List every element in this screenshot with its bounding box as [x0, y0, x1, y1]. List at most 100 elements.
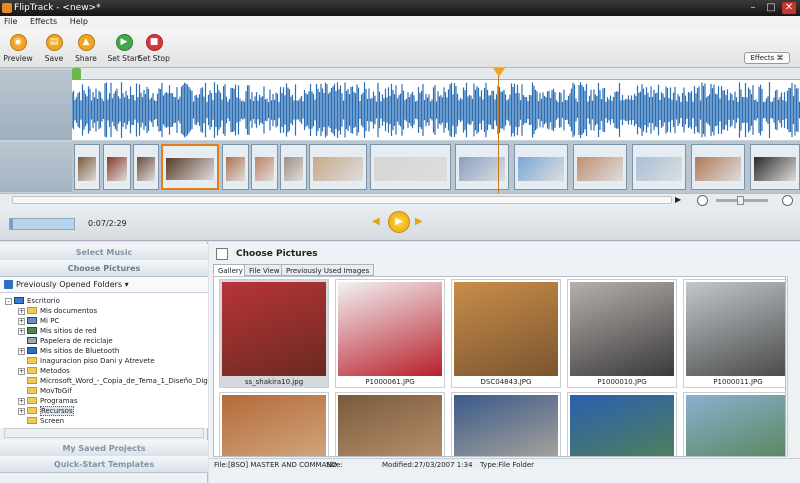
expand-icon[interactable]: + — [18, 368, 25, 375]
chevron-down-icon: ▾ — [124, 280, 129, 289]
folder-icon — [27, 357, 37, 364]
menu-effects[interactable]: Effects — [30, 17, 57, 26]
select-music-header[interactable]: Select Music — [0, 244, 208, 261]
tab-previously-used-images[interactable]: Previously Used Images — [281, 264, 375, 276]
playback-progress-bar[interactable] — [9, 218, 75, 230]
forward-icon[interactable]: ▶ — [415, 216, 423, 227]
timeline-picture-thumb[interactable] — [133, 144, 159, 190]
gallery-item[interactable]: P1000011.JPG — [683, 279, 785, 388]
minimize-button[interactable]: – — [746, 2, 760, 14]
expand-icon[interactable]: + — [18, 408, 25, 415]
status-size: Size: — [326, 461, 343, 469]
my-saved-projects-header[interactable]: My Saved Projects — [0, 440, 208, 457]
thumb-image — [255, 157, 274, 181]
scroll-right-icon[interactable]: ▶ — [675, 195, 681, 204]
timeline-ruler[interactable] — [72, 68, 800, 80]
tree-item[interactable]: + Mis documentos — [18, 306, 97, 316]
expand-icon[interactable]: + — [18, 398, 25, 405]
playhead-marker-icon[interactable] — [493, 68, 505, 77]
tree-item[interactable]: + Metodos — [18, 366, 70, 376]
choose-pictures-header[interactable]: Choose Pictures — [0, 260, 208, 277]
choose-pictures-title-text: Choose Pictures — [236, 249, 318, 259]
tree-item[interactable]: Papelera de reciclaje — [18, 336, 113, 346]
timeline-picture-thumb[interactable] — [632, 144, 686, 190]
tree-item[interactable]: + Programas — [18, 396, 77, 406]
gallery-item[interactable] — [335, 392, 445, 456]
maximize-button[interactable]: □ — [764, 2, 778, 14]
folder-tree[interactable]: - Escritorio + Mis documentos + Mi PC + Mis sit… — [0, 292, 208, 428]
rewind-icon[interactable]: ◀ — [372, 216, 380, 227]
preview-button[interactable]: ◉ Preview — [0, 32, 36, 63]
expand-icon[interactable]: + — [18, 348, 25, 355]
tree-item-label: Mis sitios de red — [40, 327, 97, 335]
status-type: Type:File Folder — [480, 461, 535, 469]
menu-file[interactable]: File — [4, 17, 17, 26]
timeline-picture-thumb[interactable] — [370, 144, 451, 190]
gallery-item[interactable]: P1000010.JPG — [567, 279, 677, 388]
share-icon: ▲ — [77, 34, 95, 51]
close-button[interactable]: ✕ — [782, 2, 796, 14]
expand-icon[interactable]: + — [18, 328, 25, 335]
audio-waveform[interactable] — [71, 80, 800, 140]
tree-item-label: Mis sitios de Bluetooth — [40, 347, 120, 355]
picture-strip[interactable] — [72, 141, 800, 193]
save-button[interactable]: ▤ Save — [36, 32, 72, 63]
expand-icon[interactable]: + — [18, 308, 25, 315]
playhead-line[interactable] — [498, 68, 499, 193]
zoom-in-icon[interactable] — [782, 195, 793, 206]
trash-icon — [27, 337, 37, 344]
gallery-item[interactable] — [567, 392, 677, 456]
tree-item[interactable]: Microsoft_Word_-_Copia_de_Tema_1_Diseño_… — [18, 376, 208, 386]
timeline-picture-thumb[interactable] — [514, 144, 568, 190]
collapse-icon[interactable]: - — [5, 298, 12, 305]
start-marker-icon[interactable] — [72, 68, 81, 80]
zoom-out-icon[interactable] — [697, 195, 708, 206]
quick-start-templates-header[interactable]: Quick-Start Templates — [0, 456, 208, 473]
gallery-item[interactable] — [683, 392, 785, 456]
timeline-picture-thumb[interactable] — [750, 144, 800, 190]
gallery-image — [222, 395, 326, 456]
tab-gallery[interactable]: Gallery — [213, 264, 248, 276]
effects-button[interactable]: Effects ⌘ — [744, 52, 790, 64]
timeline-scroll-thumb[interactable] — [12, 196, 672, 204]
gallery-item[interactable] — [219, 392, 329, 456]
gallery-item[interactable] — [451, 392, 561, 456]
thumb-image — [166, 158, 214, 180]
timeline-picture-thumb[interactable] — [691, 144, 745, 190]
set-stop-button[interactable]: ■ Set Stop — [136, 32, 172, 63]
timeline-picture-thumb[interactable] — [573, 144, 627, 190]
play-button[interactable]: ▶ — [388, 211, 410, 233]
tree-item-label: Papelera de reciclaje — [40, 337, 113, 345]
tree-item[interactable]: + Recursos — [18, 406, 74, 416]
tab-file-view[interactable]: File View — [244, 264, 285, 276]
tree-item[interactable]: Screen — [18, 416, 64, 426]
gallery-item[interactable]: DSC04843.JPG — [451, 279, 561, 388]
gallery-item[interactable]: ss_shakira10.jpg — [219, 279, 329, 388]
audio-track-header — [0, 70, 72, 140]
timeline-picture-thumb[interactable] — [103, 144, 131, 190]
status-bar: File:[BSO] MASTER AND COMMAND Size: Modi… — [209, 458, 800, 470]
tree-item[interactable]: + Mi PC — [18, 316, 59, 326]
expand-icon[interactable]: + — [18, 318, 25, 325]
timeline-picture-thumb[interactable] — [161, 144, 219, 190]
play-icon: ▶ — [395, 216, 403, 227]
gallery-item[interactable]: P1000061.JPG — [335, 279, 445, 388]
menu-help[interactable]: Help — [70, 17, 88, 26]
timeline-picture-thumb[interactable] — [74, 144, 100, 190]
tree-scrollbar[interactable] — [4, 428, 204, 438]
timeline-picture-thumb[interactable] — [455, 144, 509, 190]
tree-item[interactable]: MovToGif — [18, 386, 72, 396]
tree-item[interactable]: - Escritorio — [5, 296, 60, 306]
set-stop-icon: ■ — [145, 34, 163, 51]
timeline-picture-thumb[interactable] — [280, 144, 307, 190]
folder-dropdown[interactable]: Previously Opened Folders ▾ — [0, 277, 208, 292]
share-button[interactable]: ▲ Share — [68, 32, 104, 63]
tree-item[interactable]: + Mis sitios de Bluetooth — [18, 346, 119, 356]
timeline-picture-thumb[interactable] — [222, 144, 249, 190]
timeline-picture-thumb[interactable] — [251, 144, 278, 190]
zoom-slider-thumb[interactable] — [737, 196, 744, 205]
tree-item[interactable]: Inaguracion piso Dani y Atrevete — [18, 356, 155, 366]
timeline-picture-thumb[interactable] — [309, 144, 367, 190]
gallery-scrollbar[interactable] — [787, 276, 799, 457]
tree-item[interactable]: + Mis sitios de red — [18, 326, 97, 336]
